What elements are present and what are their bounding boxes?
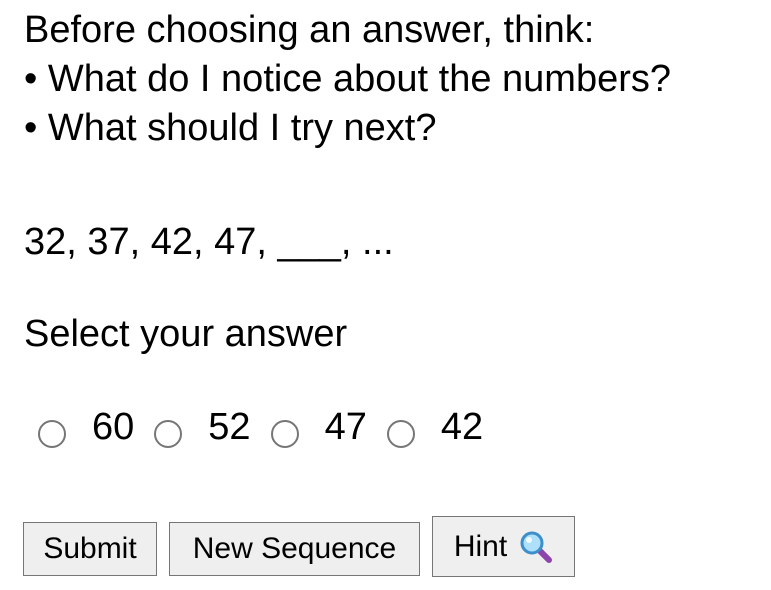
- submit-button[interactable]: Submit: [23, 522, 157, 576]
- select-answer-label: Select your answer: [24, 313, 348, 355]
- answer-option[interactable]: 42: [386, 403, 497, 451]
- answer-option[interactable]: 60: [38, 403, 148, 451]
- hint-button[interactable]: Hint: [432, 516, 575, 577]
- answer-option-label: 42: [440, 406, 484, 448]
- answer-radio[interactable]: [154, 420, 183, 448]
- answer-option-label: 52: [208, 406, 251, 448]
- answer-option-label: 60: [92, 406, 135, 448]
- answer-option[interactable]: 47: [270, 403, 381, 451]
- answer-radio[interactable]: [386, 420, 415, 448]
- answer-radio[interactable]: [38, 420, 66, 448]
- answer-option-label: 47: [324, 406, 367, 448]
- hint-button-label: Hint: [453, 529, 508, 563]
- magnifying-glass-icon: [519, 530, 553, 564]
- answer-radio[interactable]: [270, 420, 299, 448]
- instructions-heading: Before choosing an answer, think:: [24, 9, 595, 51]
- instructions: Before choosing an answer, think: • What…: [24, 6, 671, 153]
- answer-options: 60 52 47 42: [38, 402, 503, 452]
- answer-option[interactable]: 52: [154, 403, 264, 451]
- number-sequence: 32, 37, 42, 47, ___, ...: [24, 221, 394, 263]
- instructions-bullet-next: • What should I try next?: [24, 107, 437, 149]
- new-sequence-button[interactable]: New Sequence: [169, 522, 420, 576]
- instructions-bullet-notice: • What do I notice about the numbers?: [24, 58, 672, 100]
